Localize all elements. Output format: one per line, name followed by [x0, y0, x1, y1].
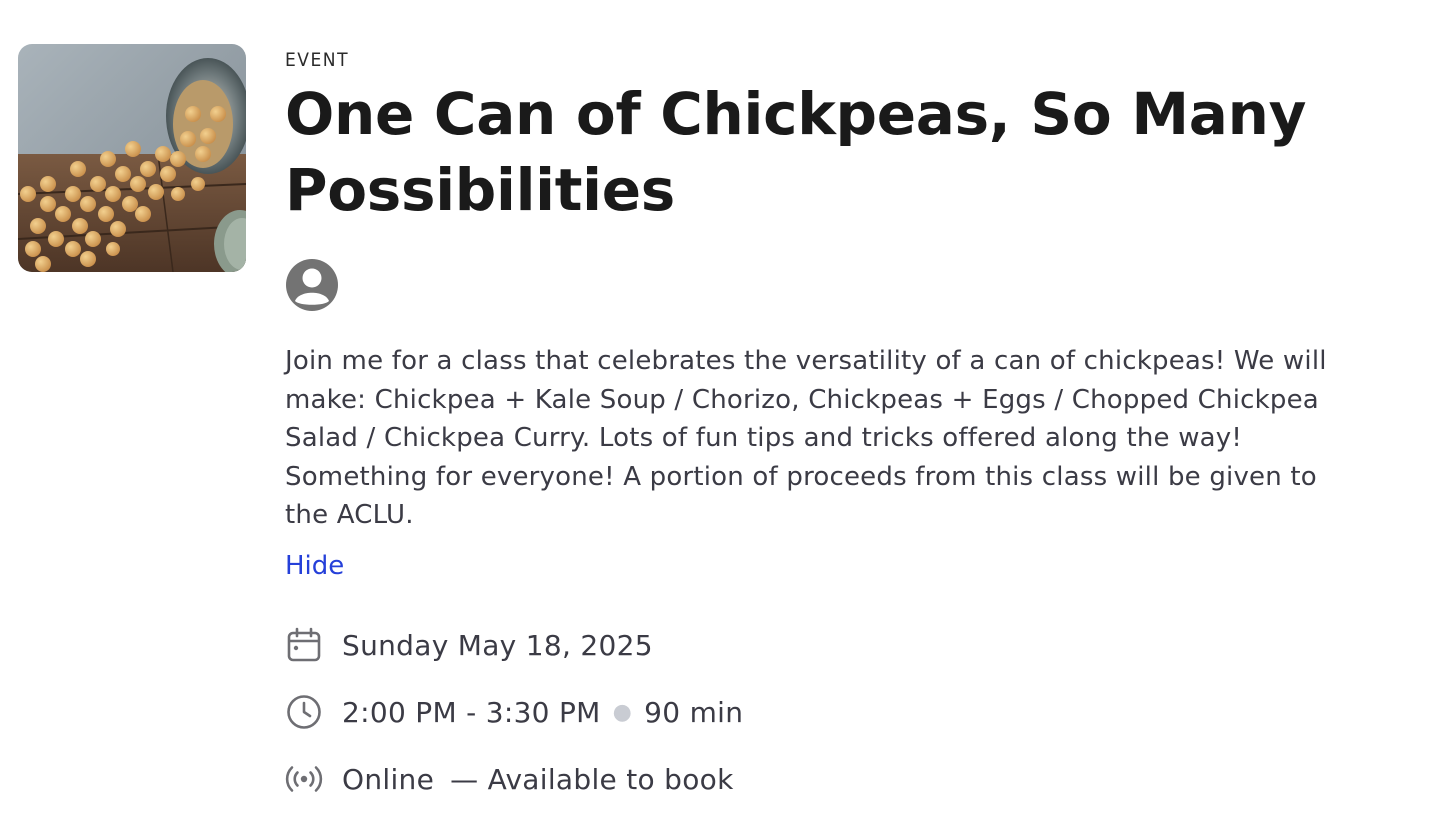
- clock-icon: [285, 693, 323, 731]
- calendar-icon: [285, 626, 323, 664]
- broadcast-icon: [285, 760, 323, 798]
- event-time-row: 2:00 PM - 3:30 PM ● 90 min: [285, 693, 743, 731]
- user-avatar-icon: [286, 259, 338, 311]
- event-duration: 90 min: [644, 695, 744, 729]
- description-line: Something for everyone! A portion of pro…: [285, 461, 1317, 492]
- event-time-range: 2:00 PM - 3:30 PM: [342, 695, 601, 729]
- event-location-row: Online — Available to book: [285, 760, 734, 798]
- event-type-label: EVENT: [285, 49, 350, 71]
- description-line: Join me for a class that celebrates the …: [285, 346, 1327, 376]
- event-details: EVENT One Can of Chickpeas, So Many Poss…: [285, 44, 1435, 581]
- description-line: Salad / Chickpea Curry. Lots of fun tips…: [285, 423, 1243, 453]
- event-date-row: Sunday May 18, 2025: [285, 626, 653, 664]
- host-avatar[interactable]: [285, 258, 339, 312]
- hide-description-link[interactable]: Hide: [285, 551, 344, 581]
- separator-dot: ●: [612, 699, 633, 725]
- availability-status: — Available to book: [450, 762, 734, 796]
- description-line: the ACLU.: [285, 500, 414, 530]
- event-title: One Can of Chickpeas, So Many Possibilit…: [285, 76, 1435, 228]
- event-image: [18, 44, 246, 272]
- event-location: Online: [342, 762, 435, 796]
- event-title-line-1: One Can of Chickpeas, So Many: [285, 80, 1307, 148]
- event-title-line-2: Possibilities: [285, 156, 676, 224]
- event-date: Sunday May 18, 2025: [342, 628, 653, 662]
- event-page: EVENT One Can of Chickpeas, So Many Poss…: [0, 0, 1456, 830]
- event-description: Join me for a class that celebrates the …: [285, 342, 1435, 535]
- description-line: make: Chickpea + Kale Soup / Chorizo, Ch…: [285, 384, 1319, 415]
